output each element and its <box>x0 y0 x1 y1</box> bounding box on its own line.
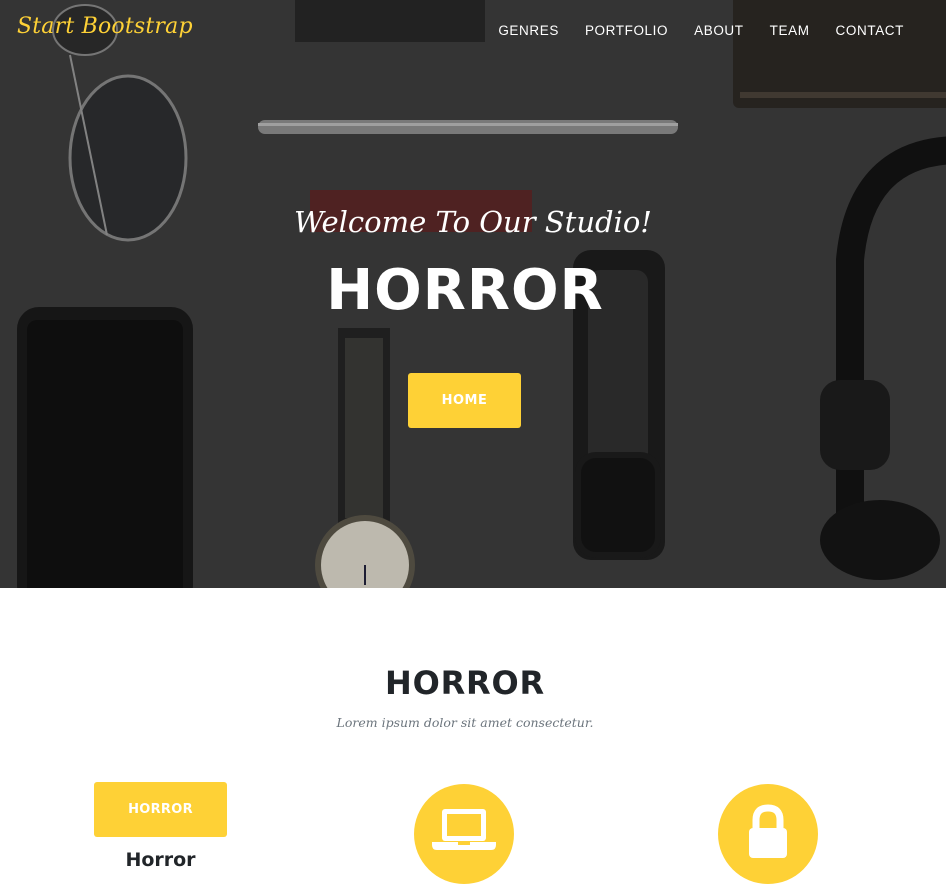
lock-icon <box>749 804 787 858</box>
service-title: Horror <box>125 849 196 871</box>
laptop-icon-circle <box>414 784 514 884</box>
hero-heading: HORROR <box>326 258 604 323</box>
section-subheading: Lorem ipsum dolor sit amet consectetur. <box>336 715 594 730</box>
navbar-brand[interactable]: Start Bootstrap <box>17 14 193 39</box>
hero-section: Start Bootstrap GENRES PORTFOLIO ABOUT T… <box>0 0 946 588</box>
nav-link-about[interactable]: ABOUT <box>694 23 744 38</box>
navbar: Start Bootstrap GENRES PORTFOLIO ABOUT T… <box>0 0 946 62</box>
nav-link-genres[interactable]: GENRES <box>498 23 559 38</box>
nav-link-contact[interactable]: CONTACT <box>836 23 904 38</box>
nav-link-portfolio[interactable]: PORTFOLIO <box>585 23 668 38</box>
hero-home-button[interactable]: HOME <box>408 373 521 428</box>
lock-icon-circle <box>718 784 818 884</box>
laptop-icon <box>432 809 496 850</box>
hero-lead-text: Welcome To Our Studio! <box>294 205 652 239</box>
nav-links: GENRES PORTFOLIO ABOUT TEAM CONTACT <box>498 23 904 38</box>
nav-link-team[interactable]: TEAM <box>770 23 810 38</box>
section-heading: HORROR <box>385 664 545 702</box>
horror-button[interactable]: HORROR <box>94 782 227 837</box>
